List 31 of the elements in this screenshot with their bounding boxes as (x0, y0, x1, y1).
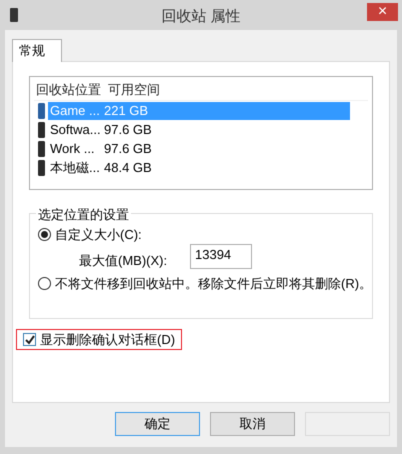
location-name: 本地磁... (49, 158, 101, 177)
free-space: 221 GB (104, 102, 148, 120)
free-space: 48.4 GB (104, 158, 152, 177)
drive-icon (38, 122, 45, 138)
column-header[interactable]: 可用空间 (106, 80, 160, 100)
dialog-button[interactable]: 取消 (210, 412, 295, 436)
checkbox-label[interactable]: 显示删除确认对话框(D) (40, 330, 176, 350)
close-button[interactable]: × (367, 3, 398, 21)
column-header[interactable]: 回收站位置 (34, 80, 106, 100)
tab[interactable]: 常规 (12, 39, 62, 62)
dialog-button[interactable]: 确定 (115, 412, 200, 436)
max-size-field[interactable]: 13394 (190, 244, 252, 269)
location-name: Work ... (49, 140, 96, 158)
drive-icon (38, 102, 45, 118)
radio-button[interactable] (38, 228, 51, 242)
drive-icon (38, 160, 45, 176)
list-row[interactable]: Softwa... 97.6 GB (48, 120, 350, 138)
checkbox[interactable] (23, 333, 36, 346)
location-name: Game ... (49, 102, 101, 120)
window-title: 回收站 属性 (161, 7, 241, 27)
radio-label[interactable]: 自定义大小(C): (55, 225, 142, 244)
free-space: 97.6 GB (104, 140, 152, 158)
radio-button[interactable] (38, 277, 51, 290)
location-name: Softwa... (49, 120, 102, 139)
field-label: 最大值(MB)(X): (79, 252, 168, 270)
radio-label[interactable]: 不将文件移到回收站中。移除文件后立即将其删除(R)。 (55, 274, 372, 294)
list-row[interactable]: 本地磁... 48.4 GB (48, 158, 350, 176)
list-row[interactable]: Work ... 97.6 GB (48, 140, 350, 158)
drive-icon (38, 140, 45, 156)
recycle-bin-icon (10, 8, 18, 22)
free-space: 97.6 GB (104, 120, 152, 139)
